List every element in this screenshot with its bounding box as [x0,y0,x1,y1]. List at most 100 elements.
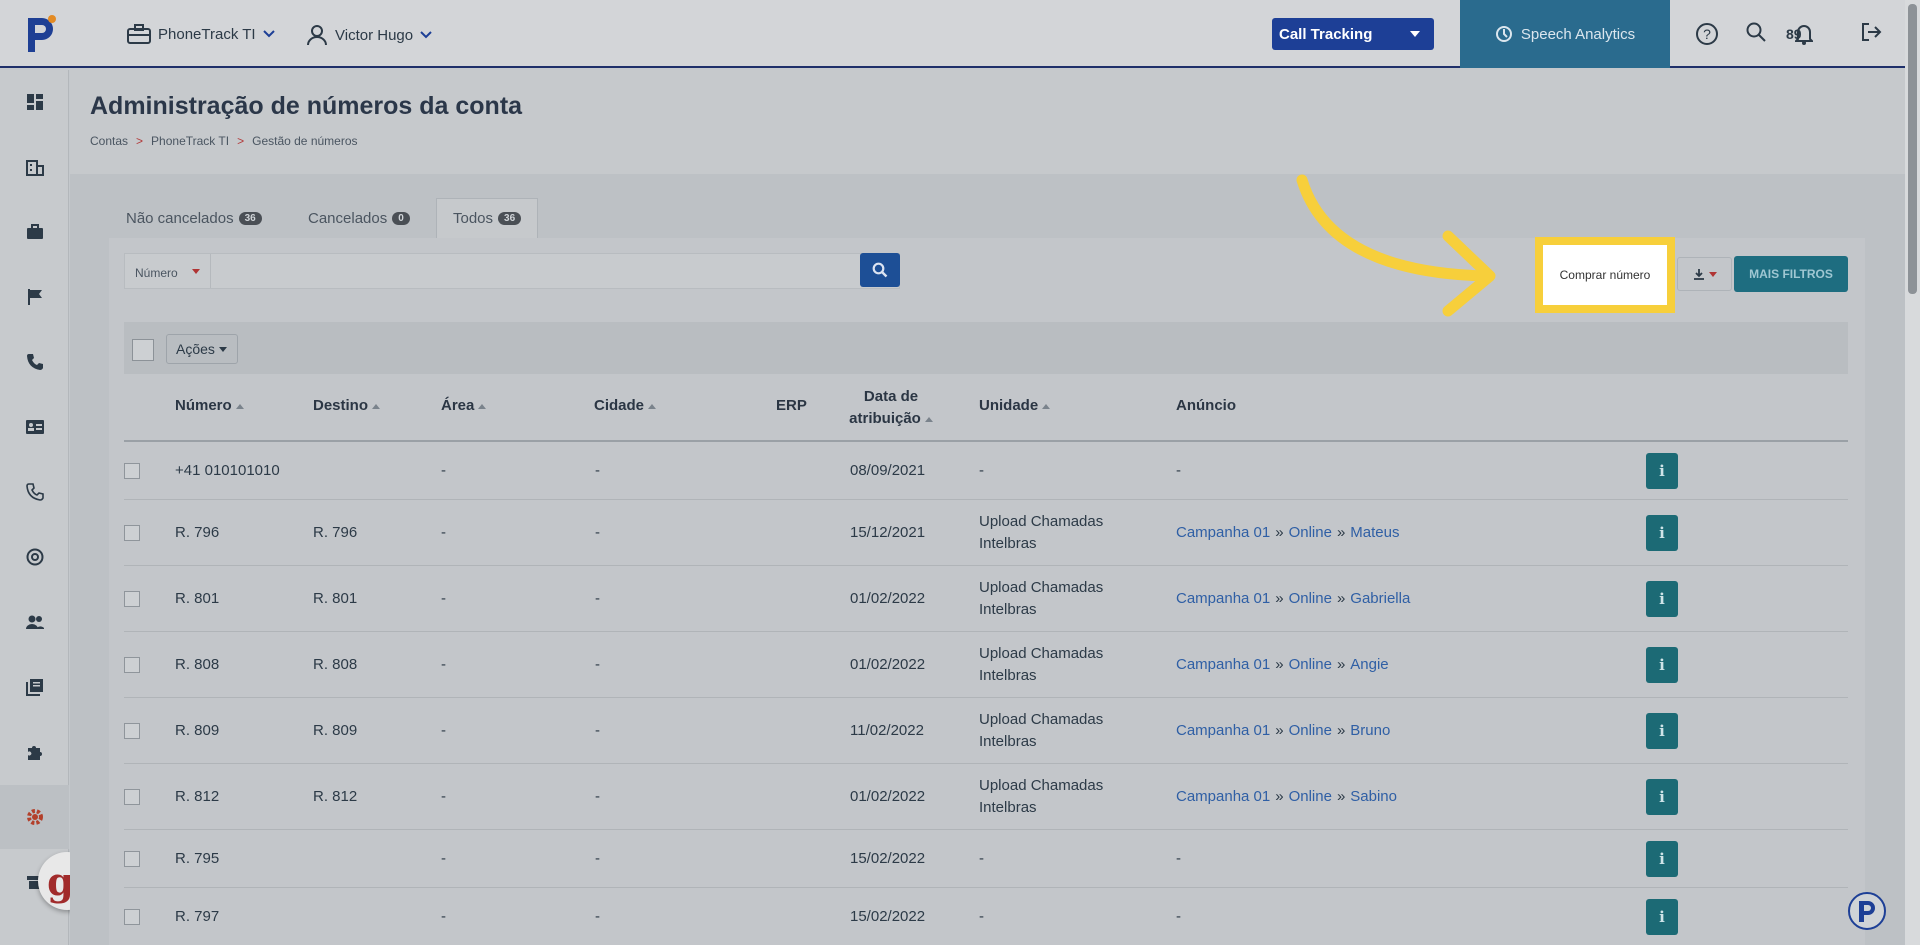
page-header [70,70,1905,174]
anuncio-link-campaign[interactable]: Campanha 01 [1176,722,1270,739]
col-header-cidade[interactable]: Cidade [594,397,657,414]
tab-count-badge: 36 [498,212,522,225]
cell-numero: R. 796 [175,524,220,541]
anuncio-link-channel[interactable]: Online [1289,788,1332,805]
info-button[interactable]: i [1646,453,1678,489]
select-all-checkbox[interactable] [132,339,154,361]
cell-cidade: - [595,908,600,925]
sidebar-item-contacts[interactable] [0,395,69,459]
anuncio-link-campaign[interactable]: Campanha 01 [1176,524,1270,541]
row-checkbox[interactable] [124,657,140,673]
cell-unidade: Upload Chamadas Intelbras [979,513,1104,552]
sidebar-item-reports[interactable] [0,655,69,719]
anuncio-link-ad[interactable]: Sabino [1350,788,1397,805]
briefcase-icon [127,24,151,44]
user-icon [307,25,327,46]
account-label: PhoneTrack TI [158,25,256,43]
anuncio-link-ad[interactable]: Angie [1350,656,1388,673]
col-header-unidade[interactable]: Unidade [979,397,1051,414]
anuncio-link-channel[interactable]: Online [1289,590,1332,607]
logout-icon[interactable] [1860,21,1882,43]
chat-help-button[interactable] [1848,892,1886,930]
lifebuoy-icon [26,548,43,566]
anuncio-link-channel[interactable]: Online [1289,722,1332,739]
sidebar-item-telephony[interactable] [0,460,69,524]
sidebar-item-support[interactable] [0,525,69,589]
cell-cidade: - [595,722,600,739]
info-button[interactable]: i [1646,515,1678,551]
info-button[interactable]: i [1646,841,1678,877]
breadcrumb-item-contas[interactable]: Contas [90,134,128,148]
puzzle-icon [27,746,42,760]
table-row: R. 809 R. 809 - - 11/02/2022 Upload Chamadas … [124,698,1848,764]
col-header-destino[interactable]: Destino [313,397,381,414]
sidebar-item-campaigns[interactable] [0,265,69,329]
col-header-label: Anúncio [1176,397,1236,414]
highlight-arrow [1296,174,1496,317]
breadcrumb-item-account[interactable]: PhoneTrack TI [151,134,229,148]
row-checkbox[interactable] [124,789,140,805]
speech-analytics-icon [1495,26,1512,42]
sidebar-item-calls[interactable] [0,330,69,394]
info-button[interactable]: i [1646,581,1678,617]
info-button[interactable]: i [1646,899,1678,935]
breadcrumb-separator: » [1336,656,1346,673]
bulk-actions-bar [124,322,1848,374]
sidebar-item-accounts[interactable] [0,200,69,264]
anuncio-link-ad[interactable]: Bruno [1350,722,1390,739]
anuncio-link-campaign[interactable]: Campanha 01 [1176,590,1270,607]
row-checkbox[interactable] [124,909,140,925]
search-input[interactable] [213,256,853,286]
row-checkbox[interactable] [124,463,140,479]
anuncio-link-ad[interactable]: Mateus [1350,524,1399,541]
filter-field-select[interactable]: Número [125,254,211,288]
scrollbar-thumb[interactable] [1908,4,1917,294]
tab-todos[interactable]: Todos 36 [436,198,539,238]
help-icon[interactable]: ? [1695,22,1719,46]
caret-down-icon [1410,31,1420,37]
more-filters-button[interactable]: MAIS FILTROS [1734,256,1848,292]
account-menu[interactable]: PhoneTrack TI [127,24,275,44]
search-icon[interactable] [1745,21,1767,43]
col-header-area[interactable]: Área [441,397,487,414]
product-select[interactable]: Call Tracking [1272,18,1434,50]
col-header-numero[interactable]: Número [175,397,244,414]
row-checkbox[interactable] [124,723,140,739]
breadcrumb-item-current: Gestão de números [252,134,358,148]
breadcrumb-separator: » [1275,722,1284,739]
tab-nao-cancelados[interactable]: Não cancelados 36 [110,198,278,238]
row-checkbox[interactable] [124,525,140,541]
search-button[interactable] [860,253,900,287]
anuncio-link-campaign[interactable]: Campanha 01 [1176,656,1270,673]
sidebar-item-companies[interactable] [0,135,69,199]
buy-number-button[interactable]: Comprar número [1553,255,1657,295]
cell-unidade: Upload Chamadas Intelbras [979,777,1104,816]
actions-dropdown[interactable]: Ações [166,334,238,364]
speech-analytics-label: Speech Analytics [1520,25,1636,43]
row-checkbox[interactable] [124,851,140,867]
info-button[interactable]: i [1646,779,1678,815]
anuncio-link-channel[interactable]: Online [1289,524,1332,541]
tab-cancelados[interactable]: Cancelados 0 [292,198,426,238]
breadcrumb-separator: » [1275,788,1284,805]
flag-icon [27,289,42,305]
col-header-data[interactable]: Data de atribuição [836,386,946,430]
cell-data: 15/02/2022 [850,908,926,925]
info-button[interactable]: i [1646,647,1678,683]
user-menu[interactable]: Victor Hugo [306,24,432,46]
anuncio-link-campaign[interactable]: Campanha 01 [1176,788,1270,805]
speech-analytics-button[interactable]: Speech Analytics [1460,0,1670,68]
export-dropdown-button[interactable] [1677,257,1732,291]
sidebar-item-dashboard[interactable] [0,70,69,134]
anuncio-link-ad[interactable]: Gabriella [1350,590,1410,607]
sidebar-item-integrations[interactable] [0,720,69,784]
row-checkbox[interactable] [124,591,140,607]
cell-anuncio: - [1176,850,1181,867]
sidebar-item-users[interactable] [0,590,69,654]
anuncio-link-channel[interactable]: Online [1289,656,1332,673]
info-button[interactable]: i [1646,713,1678,749]
cell-area: - [441,850,446,867]
phonetrack-logo[interactable] [22,12,60,56]
sidebar-item-settings[interactable] [0,785,69,849]
dashboard-icon [26,94,43,110]
